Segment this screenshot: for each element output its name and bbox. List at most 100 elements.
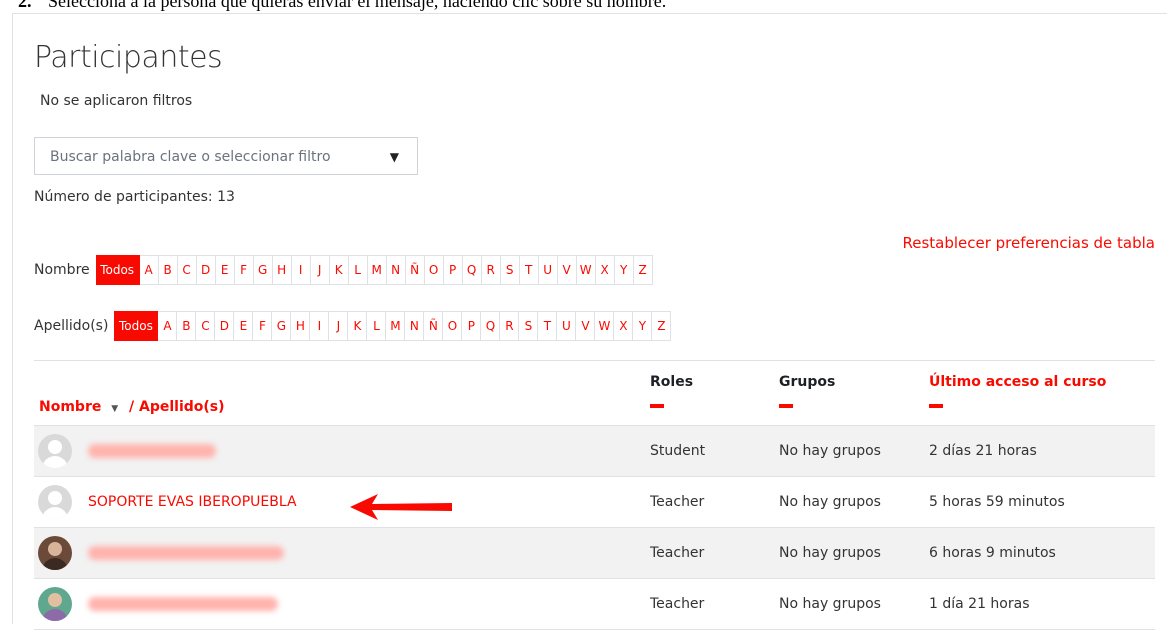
groups-cell[interactable]: No hay grupos <box>779 443 881 459</box>
initial-filter-t[interactable]: T <box>538 311 558 341</box>
initial-filter-t[interactable]: T <box>519 255 539 285</box>
initial-filter-o[interactable]: O <box>424 255 444 285</box>
groups-cell[interactable]: No hay grupos <box>779 494 881 510</box>
table-row: Teacher No hay grupos 6 horas 9 minutos <box>34 528 1155 579</box>
table-top-divider <box>34 360 1155 361</box>
photo-avatar[interactable] <box>38 587 72 621</box>
column-header-last-access[interactable]: Último acceso al curso <box>929 374 1106 390</box>
role-cell: Teacher <box>650 596 705 612</box>
sort-by-surname-link[interactable]: Apellido(s) <box>139 399 225 415</box>
initial-filter-c[interactable]: C <box>196 311 216 341</box>
initial-filter-v[interactable]: V <box>576 311 596 341</box>
initial-filter-f[interactable]: F <box>234 255 254 285</box>
initial-filter-l[interactable]: L <box>348 255 368 285</box>
initial-filter-j[interactable]: J <box>310 255 330 285</box>
search-placeholder: Buscar palabra clave o seleccionar filtr… <box>50 149 331 165</box>
initial-filter-w[interactable]: W <box>576 255 596 285</box>
initial-filter-m[interactable]: M <box>386 311 406 341</box>
initial-filter-v[interactable]: V <box>557 255 577 285</box>
initial-filter-c[interactable]: C <box>177 255 197 285</box>
column-header-roles: Roles <box>650 374 694 390</box>
initial-filter-i[interactable]: I <box>291 255 311 285</box>
role-cell: Teacher <box>650 545 705 561</box>
sort-by-name-link[interactable]: Nombre <box>39 399 101 415</box>
redacted-participant-name[interactable] <box>88 546 284 560</box>
reset-table-preferences-link[interactable]: Restablecer preferencias de tabla <box>902 234 1155 252</box>
initial-filter-all[interactable]: Todos <box>114 311 159 341</box>
initial-filter-n[interactable]: N <box>405 311 425 341</box>
participant-name-link[interactable]: SOPORTE EVAS IBEROPUEBLA <box>88 494 297 510</box>
search-filter-input[interactable]: Buscar palabra clave o seleccionar filtr… <box>34 137 418 175</box>
first-name-initials-label: Nombre <box>34 262 90 278</box>
initial-filter-m[interactable]: M <box>367 255 387 285</box>
initial-filter-p[interactable]: P <box>462 311 482 341</box>
sort-down-icon: ▼ <box>111 404 119 414</box>
table-row: Student No hay grupos 2 días 21 horas <box>34 426 1155 477</box>
initial-filter-b[interactable]: B <box>177 311 197 341</box>
initial-filter-w[interactable]: W <box>595 311 615 341</box>
photo-avatar[interactable] <box>38 536 72 570</box>
initial-filter-ñ[interactable]: Ñ <box>424 311 444 341</box>
initial-filter-y[interactable]: Y <box>614 255 634 285</box>
step-text: Selecciona a la persona que quieras envi… <box>48 0 667 11</box>
page-title: Participantes <box>34 40 223 75</box>
redacted-participant-name[interactable] <box>88 444 216 458</box>
initial-filter-y[interactable]: Y <box>633 311 653 341</box>
initial-filter-d[interactable]: D <box>196 255 216 285</box>
initial-filter-p[interactable]: P <box>443 255 463 285</box>
last-access-cell: 5 horas 59 minutos <box>929 494 1065 510</box>
initial-filter-u[interactable]: U <box>557 311 577 341</box>
initial-filter-b[interactable]: B <box>158 255 178 285</box>
initial-filter-u[interactable]: U <box>538 255 558 285</box>
initial-filter-n[interactable]: N <box>386 255 406 285</box>
initial-filter-h[interactable]: H <box>291 311 311 341</box>
groups-collapse-icon[interactable] <box>779 404 793 408</box>
initial-filter-i[interactable]: I <box>310 311 330 341</box>
step-number: 2. <box>18 0 32 11</box>
column-header-name[interactable]: Nombre ▼ / Apellido(s) <box>39 399 225 415</box>
initial-filter-f[interactable]: F <box>253 311 273 341</box>
initial-filter-j[interactable]: J <box>329 311 349 341</box>
initial-filter-a[interactable]: A <box>139 255 159 285</box>
participant-count: Número de participantes: 13 <box>34 189 235 205</box>
caret-down-icon[interactable]: ▼ <box>390 150 399 164</box>
initial-filter-a[interactable]: A <box>158 311 178 341</box>
initial-filter-all[interactable]: Todos <box>95 255 140 285</box>
first-name-initials: Todos A B C D E F G H I J K L M N Ñ O P Q R S T U V W X Y Z <box>95 255 653 285</box>
surname-initials-bar: Apellido(s) Todos A B C D E F G H I J K L M N Ñ O P Q R S T U V… <box>34 311 672 341</box>
initial-filter-g[interactable]: G <box>272 311 292 341</box>
initial-filter-z[interactable]: Z <box>652 311 672 341</box>
last-access-cell: 1 día 21 horas <box>929 596 1030 612</box>
initial-filter-ñ[interactable]: Ñ <box>405 255 425 285</box>
initial-filter-d[interactable]: D <box>215 311 235 341</box>
initial-filter-x[interactable]: X <box>614 311 634 341</box>
role-cell: Student <box>650 443 706 459</box>
initial-filter-s[interactable]: S <box>519 311 539 341</box>
last-access-collapse-icon[interactable] <box>929 404 943 408</box>
initial-filter-e[interactable]: E <box>215 255 235 285</box>
initial-filter-h[interactable]: H <box>272 255 292 285</box>
initial-filter-g[interactable]: G <box>253 255 273 285</box>
initial-filter-l[interactable]: L <box>367 311 387 341</box>
table-row: Teacher No hay grupos 1 día 21 horas <box>34 579 1155 630</box>
initial-filter-r[interactable]: R <box>500 311 520 341</box>
default-avatar[interactable] <box>38 485 72 519</box>
initial-filter-k[interactable]: K <box>348 311 368 341</box>
redacted-participant-name[interactable] <box>88 597 278 611</box>
initial-filter-q[interactable]: Q <box>462 255 482 285</box>
initial-filter-r[interactable]: R <box>481 255 501 285</box>
roles-collapse-icon[interactable] <box>650 404 664 408</box>
initial-filter-x[interactable]: X <box>595 255 615 285</box>
default-avatar[interactable] <box>38 434 72 468</box>
initial-filter-s[interactable]: S <box>500 255 520 285</box>
red-arrow-annotation-icon <box>350 494 452 520</box>
groups-cell[interactable]: No hay grupos <box>779 596 881 612</box>
groups-cell[interactable]: No hay grupos <box>779 545 881 561</box>
initial-filter-o[interactable]: O <box>443 311 463 341</box>
surname-initials-label: Apellido(s) <box>34 318 109 334</box>
first-name-initials-bar: Nombre Todos A B C D E F G H I J K L M N Ñ O P Q R S T U V W X Y Z <box>34 255 653 285</box>
initial-filter-q[interactable]: Q <box>481 311 501 341</box>
initial-filter-k[interactable]: K <box>329 255 349 285</box>
initial-filter-z[interactable]: Z <box>633 255 653 285</box>
initial-filter-e[interactable]: E <box>234 311 254 341</box>
